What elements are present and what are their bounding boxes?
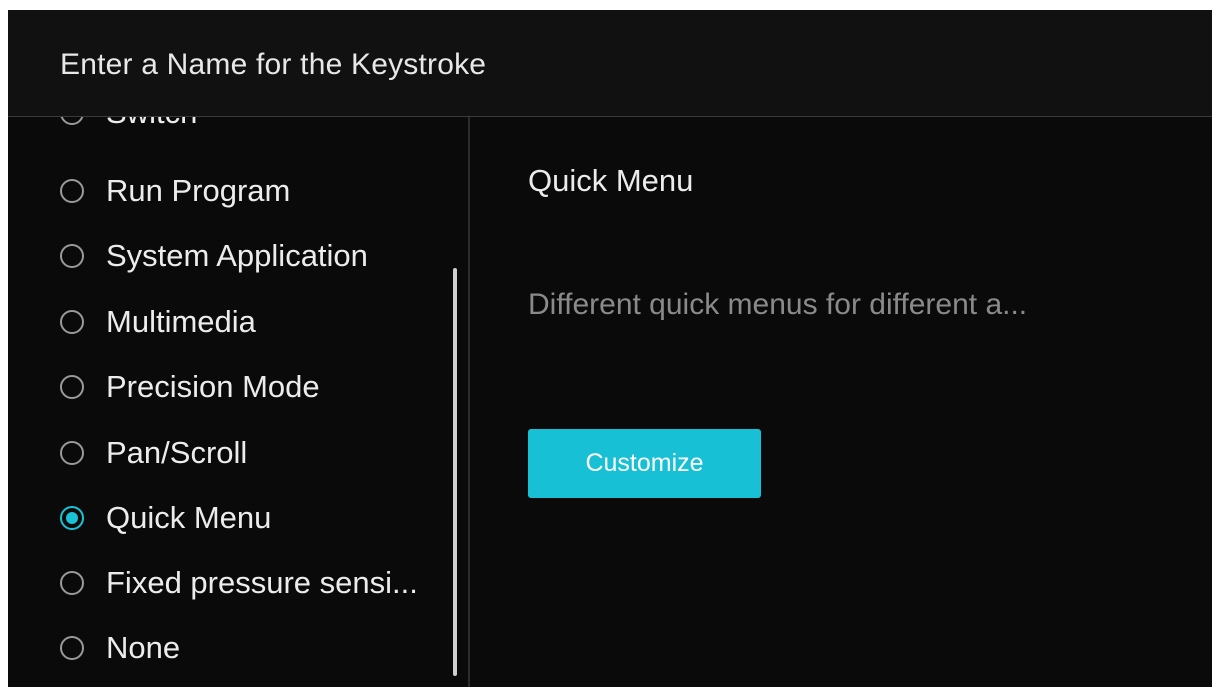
action-type-list: Switch Run Program System Application Mu… [8,117,468,687]
option-run-program[interactable]: Run Program [60,171,290,211]
radio-checked-icon[interactable] [60,506,84,530]
option-label: Multimedia [106,304,256,339]
radio-icon[interactable] [60,636,84,660]
option-label: Run Program [106,173,291,208]
radio-icon[interactable] [60,117,84,125]
option-label: Switch [106,117,197,131]
option-label: Quick Menu [106,500,272,535]
option-system-application[interactable]: System Application [60,236,368,276]
customize-button[interactable]: Customize [528,429,761,498]
radio-icon[interactable] [60,571,84,595]
option-label: Fixed pressure sensi... [106,565,418,600]
detail-description: Different quick menus for different a... [528,288,1028,321]
radio-icon[interactable] [60,441,84,465]
detail-title: Quick Menu [528,163,694,198]
detail-pane: Quick Menu Different quick menus for dif… [470,117,1212,687]
radio-icon[interactable] [60,179,84,203]
radio-icon[interactable] [60,310,84,334]
option-none[interactable]: None [60,628,180,668]
dialog-header: Enter a Name for the Keystroke [8,10,1212,117]
keystroke-dialog: Enter a Name for the Keystroke Switch Ru… [8,10,1212,687]
option-label: None [106,630,181,665]
option-switch[interactable]: Switch [60,117,197,133]
option-quick-menu[interactable]: Quick Menu [60,498,271,538]
option-fixed-pressure-sensitivity[interactable]: Fixed pressure sensi... [60,563,418,603]
option-pan-scroll[interactable]: Pan/Scroll [60,433,247,473]
option-label: System Application [106,238,368,273]
radio-icon[interactable] [60,375,84,399]
option-precision-mode[interactable]: Precision Mode [60,367,320,407]
list-scrollbar[interactable] [453,268,457,676]
dialog-title: Enter a Name for the Keystroke [60,48,487,81]
option-label: Precision Mode [106,369,320,404]
radio-icon[interactable] [60,244,84,268]
option-label: Pan/Scroll [106,435,248,470]
option-multimedia[interactable]: Multimedia [60,302,256,342]
